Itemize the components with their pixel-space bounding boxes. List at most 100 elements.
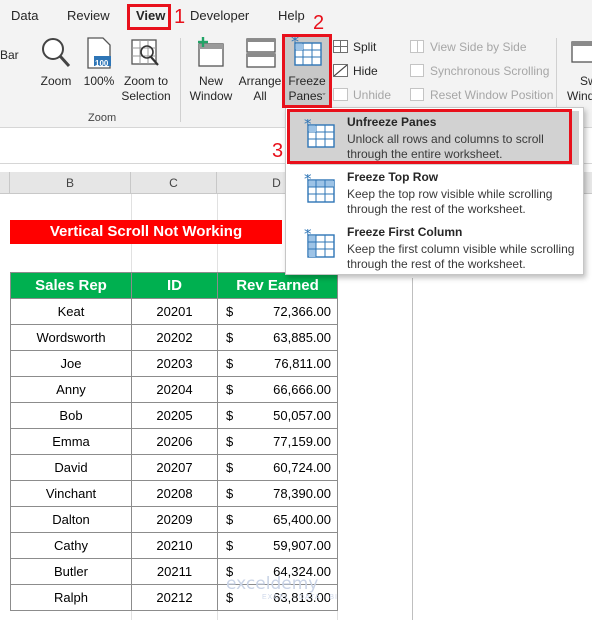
reset-window-position-label: Reset Window Position [430,88,554,102]
table-body: Keat 20201 $72,366.00 Wordsworth 20202 $63,88… [10,298,338,611]
header-id[interactable]: ID [131,272,218,299]
table-row: Anny 20204 $66,666.00 [10,376,338,403]
callout-box-freeze-panes [282,34,332,108]
callout-number-1: 1 [174,6,186,28]
cell-id[interactable]: 20205 [131,402,218,429]
table-row: Joe 20203 $76,811.00 [10,350,338,377]
cell-rev-earned[interactable]: $50,057.00 [217,402,338,429]
hide-button[interactable]: Hide [333,62,378,80]
amount-value: 72,366.00 [273,304,331,319]
synchronous-scrolling-button[interactable]: Synchronous Scrolling [410,62,549,80]
amount-value: 63,885.00 [273,330,331,345]
zoom-100-icon-text: 100 [95,59,109,68]
currency-symbol: $ [226,408,234,423]
tab-help[interactable]: Help [278,8,305,23]
currency-symbol: $ [226,486,234,501]
cell-rev-earned[interactable]: $78,390.00 [217,480,338,507]
amount-value: 59,907.00 [273,538,331,553]
hide-label: Hide [353,64,378,78]
currency-symbol: $ [226,382,234,397]
cell-rev-earned[interactable]: $72,366.00 [217,298,338,325]
zoom-label: Zoom [40,74,72,88]
amount-value: 77,159.00 [273,434,331,449]
arrange-all-button[interactable]: Arrange All [236,36,284,106]
cell-sales-rep[interactable]: Butler [10,558,132,585]
unhide-button[interactable]: Unhide [333,86,391,104]
amount-value: 66,666.00 [273,382,331,397]
currency-symbol: $ [226,304,234,319]
cell-id[interactable]: 20207 [131,454,218,481]
cell-sales-rep[interactable]: Wordsworth [10,324,132,351]
callout-box-view-tab [127,4,171,30]
cell-id[interactable]: 20202 [131,324,218,351]
cell-id[interactable]: 20204 [131,376,218,403]
amount-value: 65,400.00 [273,512,331,527]
cell-rev-earned[interactable]: $59,907.00 [217,532,338,559]
zoom-group-label: Zoom [88,112,117,124]
cell-sales-rep[interactable]: David [10,454,132,481]
switch-windows-button[interactable]: Sw Wind [564,36,592,106]
zoom-selection-label-1: Zoom to [123,74,168,88]
freeze-first-column-title: Freeze First Column [347,225,463,239]
cell-id[interactable]: 20209 [131,506,218,533]
cell-id[interactable]: 20208 [131,480,218,507]
cell-id[interactable]: 20203 [131,350,218,377]
switch-windows-icon [571,41,592,63]
new-window-button[interactable]: New Window [186,36,236,106]
cell-rev-earned[interactable]: $76,811.00 [217,350,338,377]
zoom-100-button[interactable]: 100 100% [81,36,117,106]
zoom-button[interactable]: Zoom [35,36,77,106]
table-header-row: Sales Rep ID Rev Earned [10,272,338,299]
sheet-title: Vertical Scroll Not Working [10,220,282,244]
cell-sales-rep[interactable]: Anny [10,376,132,403]
tab-developer[interactable]: Developer [190,8,249,23]
view-side-by-side-button[interactable]: View Side by Side [410,38,527,56]
cell-sales-rep[interactable]: Keat [10,298,132,325]
cell-rev-earned[interactable]: $77,159.00 [217,428,338,455]
cell-rev-earned[interactable]: $63,885.00 [217,324,338,351]
header-sales-rep[interactable]: Sales Rep [10,272,132,299]
arrange-label-1: Arrange [238,74,282,88]
table-row: Vinchant 20208 $78,390.00 [10,480,338,507]
cell-sales-rep[interactable]: Vinchant [10,480,132,507]
column-header-b[interactable]: B [10,172,131,194]
split-button[interactable]: Split [333,38,376,56]
arrange-all-icon [246,38,276,68]
switch-label-1: Sw [580,74,592,88]
column-header-c[interactable]: C [131,172,217,194]
freeze-top-row-desc: Keep the top row visible while scrolling… [347,187,553,216]
ribbon-separator [180,38,181,122]
cell-id[interactable]: 20211 [131,558,218,585]
switch-label-2: Wind [567,89,592,103]
cell-sales-rep[interactable]: Joe [10,350,132,377]
watermark-tagline: EXCEL · DATA · BI [262,594,338,601]
cell-id[interactable]: 20201 [131,298,218,325]
menu-item-freeze-top-row[interactable]: * Freeze Top Row Keep the top row visibl… [290,166,579,220]
cell-sales-rep[interactable]: Dalton [10,506,132,533]
currency-symbol: $ [226,512,234,527]
split-icon [333,40,348,53]
cell-rev-earned[interactable]: $65,400.00 [217,506,338,533]
header-rev-earned[interactable]: Rev Earned [217,272,338,299]
cell-rev-earned[interactable]: $60,724.00 [217,454,338,481]
cell-rev-earned[interactable]: $66,666.00 [217,376,338,403]
cell-id[interactable]: 20212 [131,584,218,611]
cell-sales-rep[interactable]: Ralph [10,584,132,611]
freeze-top-row-title: Freeze Top Row [347,170,439,184]
tab-review[interactable]: Review [67,8,110,23]
tab-data[interactable]: Data [11,8,38,23]
cell-sales-rep[interactable]: Bob [10,402,132,429]
cell-id[interactable]: 20206 [131,428,218,455]
reset-position-icon [410,88,424,101]
pane-divider [412,278,413,620]
menu-item-freeze-first-column[interactable]: * Freeze First Column Keep the first col… [290,221,579,275]
freeze-first-column-icon: * [304,229,335,258]
amount-value: 78,390.00 [273,486,331,501]
reset-window-position-button[interactable]: Reset Window Position [410,86,553,104]
zoom-to-selection-button[interactable]: Zoom to Selection [118,36,174,106]
cell-sales-rep[interactable]: Cathy [10,532,132,559]
cell-sales-rep[interactable]: Emma [10,428,132,455]
cell-id[interactable]: 20210 [131,532,218,559]
select-all-corner[interactable] [0,172,10,194]
amount-value: 50,057.00 [273,408,331,423]
